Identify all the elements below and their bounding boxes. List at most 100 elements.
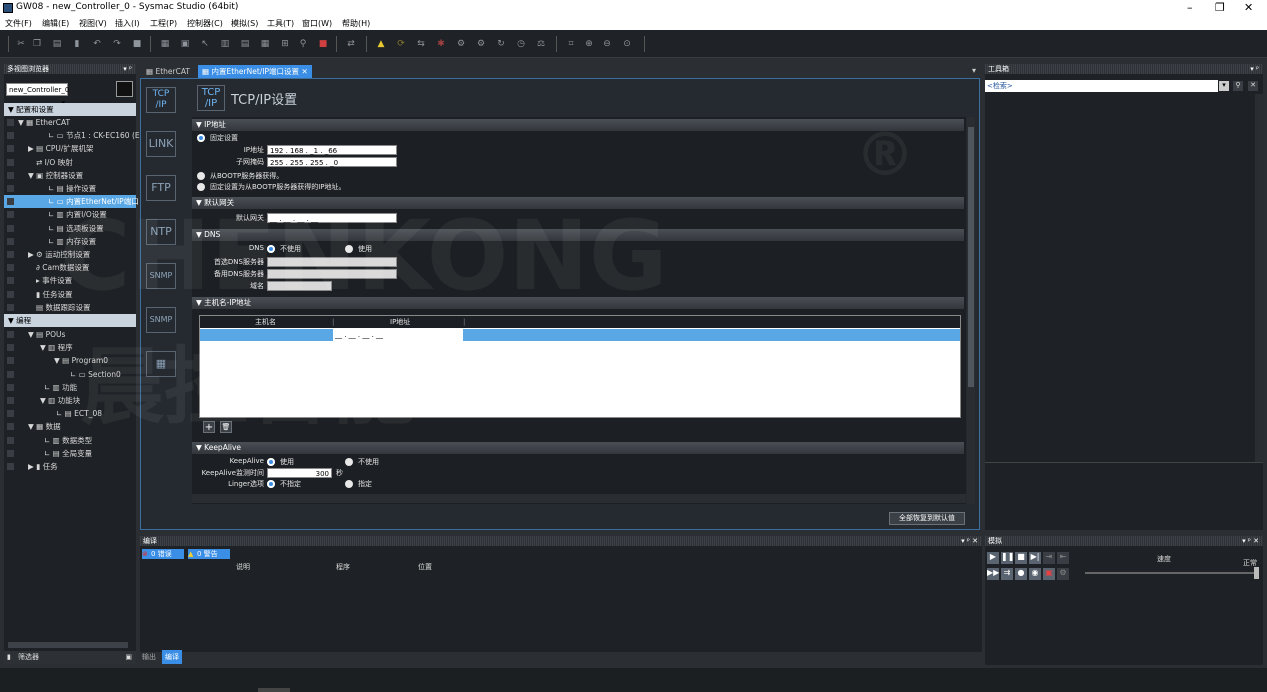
- tcpip-nav-icon[interactable]: TCP/IP: [146, 87, 176, 113]
- section-programming[interactable]: ▼ 编程: [4, 314, 136, 327]
- tree-memory-settings[interactable]: ∟ ▥ 内存设置: [4, 235, 136, 248]
- fixed-setting-radio[interactable]: [197, 134, 205, 142]
- tree-checkbox[interactable]: [7, 119, 14, 126]
- tree-programs[interactable]: ▼ ▥ 程序: [4, 341, 136, 354]
- tree-io-map[interactable]: ⇄ I/O 映射: [4, 156, 136, 169]
- step-over-icon[interactable]: ⇥: [1043, 552, 1055, 564]
- tree-operation-settings[interactable]: ∟ ▤ 操作设置: [4, 182, 136, 195]
- bootp-fixed-radio[interactable]: [197, 183, 205, 191]
- section-ip-address[interactable]: ▼ IP地址: [192, 119, 964, 131]
- tab-ethercat[interactable]: ▦ EtherCAT: [142, 65, 194, 78]
- dns-on-radio[interactable]: [345, 245, 353, 253]
- tree-program0[interactable]: ▼ ▤ Program0: [4, 354, 136, 367]
- ladder-icon[interactable]: ▥: [220, 39, 230, 49]
- step-out-icon[interactable]: ⇤: [1057, 552, 1069, 564]
- keepalive-use-radio[interactable]: [267, 458, 275, 466]
- delete-row-button[interactable]: 🗑: [220, 421, 232, 433]
- tree-data-types[interactable]: ∟ ▥ 数据类型: [4, 434, 136, 447]
- keepalive-nouse-radio[interactable]: [345, 458, 353, 466]
- pointer-icon[interactable]: ↖: [200, 39, 210, 49]
- search-dropdown-icon[interactable]: ▾: [1219, 81, 1229, 91]
- tree-functions[interactable]: ∟ ▥ 功能: [4, 381, 136, 394]
- tab-ethernet-ip-settings[interactable]: ▦ 内置EtherNet/IP端口设置 ✕: [198, 65, 312, 78]
- snmp-trap-nav-icon[interactable]: SNMP: [146, 307, 176, 333]
- reset-icon[interactable]: ✱: [436, 39, 446, 49]
- breakpoint-icon[interactable]: ◉: [1029, 568, 1041, 580]
- ntp-nav-icon[interactable]: NTP: [146, 219, 176, 245]
- menu-window[interactable]: 窗口(W): [302, 18, 332, 29]
- close-button[interactable]: ✕: [1244, 1, 1253, 14]
- stop-sim-icon[interactable]: ■: [1015, 552, 1027, 564]
- tree-task-settings[interactable]: ▮ 任务设置: [4, 288, 136, 301]
- bootp-radio[interactable]: [197, 172, 205, 180]
- zoom-reset-icon[interactable]: ⊙: [622, 39, 632, 49]
- menu-view[interactable]: 视图(V): [79, 18, 107, 29]
- tabs-dropdown-icon[interactable]: ▾: [972, 66, 976, 75]
- menu-insert[interactable]: 插入(I): [115, 18, 140, 29]
- zoom-in-icon[interactable]: ⊕: [584, 39, 594, 49]
- filter-toggle-icon[interactable]: ▣: [125, 651, 132, 664]
- tree-checkbox[interactable]: [7, 237, 14, 245]
- menu-help[interactable]: 帮助(H): [342, 18, 370, 29]
- pause-icon[interactable]: ❚❚: [1001, 552, 1014, 564]
- section-default-gateway[interactable]: ▼ 默认网关: [192, 197, 964, 209]
- table-icon[interactable]: ▤: [240, 39, 250, 49]
- grid-icon[interactable]: ▦: [260, 39, 270, 49]
- paste-icon[interactable]: ▤: [52, 39, 62, 49]
- step-icon[interactable]: ▶|: [1029, 552, 1041, 564]
- section-config[interactable]: ▼ 配置和设置: [4, 103, 136, 116]
- gateway-input[interactable]: __ . __ . __ . __: [267, 213, 397, 223]
- horizontal-scrollbar[interactable]: [8, 642, 128, 648]
- form-vertical-scrollbar[interactable]: [967, 117, 975, 504]
- menu-controller[interactable]: 控制器(C): [187, 18, 223, 29]
- tree-checkbox[interactable]: [7, 383, 14, 391]
- sync-icon[interactable]: ⟳: [396, 39, 406, 49]
- tree-checkbox[interactable]: [7, 357, 14, 365]
- tree-checkbox[interactable]: [7, 158, 14, 166]
- tree-option-board[interactable]: ∟ ▤ 选项板设置: [4, 222, 136, 235]
- tree-checkbox[interactable]: [7, 185, 14, 192]
- menu-edit[interactable]: 编辑(E): [42, 18, 69, 29]
- snmp-nav-icon[interactable]: SNMP: [146, 263, 176, 289]
- tree-event-settings[interactable]: ▸ 事件设置: [4, 274, 136, 287]
- tree-checkbox[interactable]: [7, 171, 14, 179]
- build-icon[interactable]: ▦: [160, 39, 170, 49]
- simulation-close-icon[interactable]: ▾ ᵖ ✕: [1242, 536, 1259, 546]
- tree-checkbox[interactable]: [7, 264, 14, 272]
- toolbox-pin-icon[interactable]: ▾ ᵖ: [1250, 64, 1259, 74]
- controller-select[interactable]: new_Controller_0 ▾: [6, 83, 69, 107]
- settings-sim-icon[interactable]: ⚙: [1057, 568, 1069, 580]
- save-icon[interactable]: ■: [132, 39, 142, 49]
- tab-build[interactable]: 编译: [162, 650, 182, 664]
- section-host-ip[interactable]: ▼ 主机名-IP地址: [192, 297, 964, 309]
- monitor-icon[interactable]: ▣: [180, 39, 190, 49]
- link-nav-icon[interactable]: LINK: [146, 131, 176, 157]
- refresh-icon[interactable]: ↻: [496, 39, 506, 49]
- tree-section0[interactable]: ∟ ▭ Section0: [4, 368, 136, 381]
- restore-defaults-button[interactable]: 全部恢复到默认值: [889, 512, 965, 525]
- warnings-filter[interactable]: ▲ 0 警告: [188, 549, 230, 559]
- speed-slider[interactable]: [1085, 567, 1259, 579]
- tree-tasks[interactable]: ▶ ▮ 任务: [4, 460, 136, 473]
- menu-simulation[interactable]: 模拟(S): [231, 18, 258, 29]
- tree-node1[interactable]: ∟ ▭ 节点1 : CK-EC160 (E: [4, 129, 140, 142]
- stop-icon[interactable]: ■: [318, 39, 328, 49]
- menu-project[interactable]: 工程(P): [150, 18, 177, 29]
- section-keepalive[interactable]: ▼ KeepAlive: [192, 442, 964, 454]
- tree-checkbox[interactable]: [7, 331, 14, 338]
- table-row[interactable]: __ . __ . __ . __: [200, 329, 960, 341]
- tree-checkbox[interactable]: [7, 449, 14, 457]
- undo-icon[interactable]: ↶: [92, 39, 102, 49]
- keepalive-time-input[interactable]: 300: [267, 468, 332, 478]
- tree-cam-data[interactable]: ∂ Cam数据设置: [4, 261, 136, 274]
- tree-checkbox[interactable]: [7, 290, 14, 298]
- secondary-dns-input[interactable]: [267, 269, 397, 279]
- tree-ect08[interactable]: ∟ ▤ ECT_08: [4, 407, 136, 420]
- menu-tools[interactable]: 工具(T): [267, 18, 294, 29]
- ftp-nav-icon[interactable]: FTP: [146, 175, 176, 201]
- form-horizontal-scrollbar[interactable]: [192, 494, 966, 503]
- primary-dns-input[interactable]: [267, 257, 397, 267]
- tree-checkbox[interactable]: [7, 344, 14, 352]
- tab-output[interactable]: 输出: [142, 652, 156, 662]
- reset-sim-icon[interactable]: ▣: [1043, 568, 1055, 580]
